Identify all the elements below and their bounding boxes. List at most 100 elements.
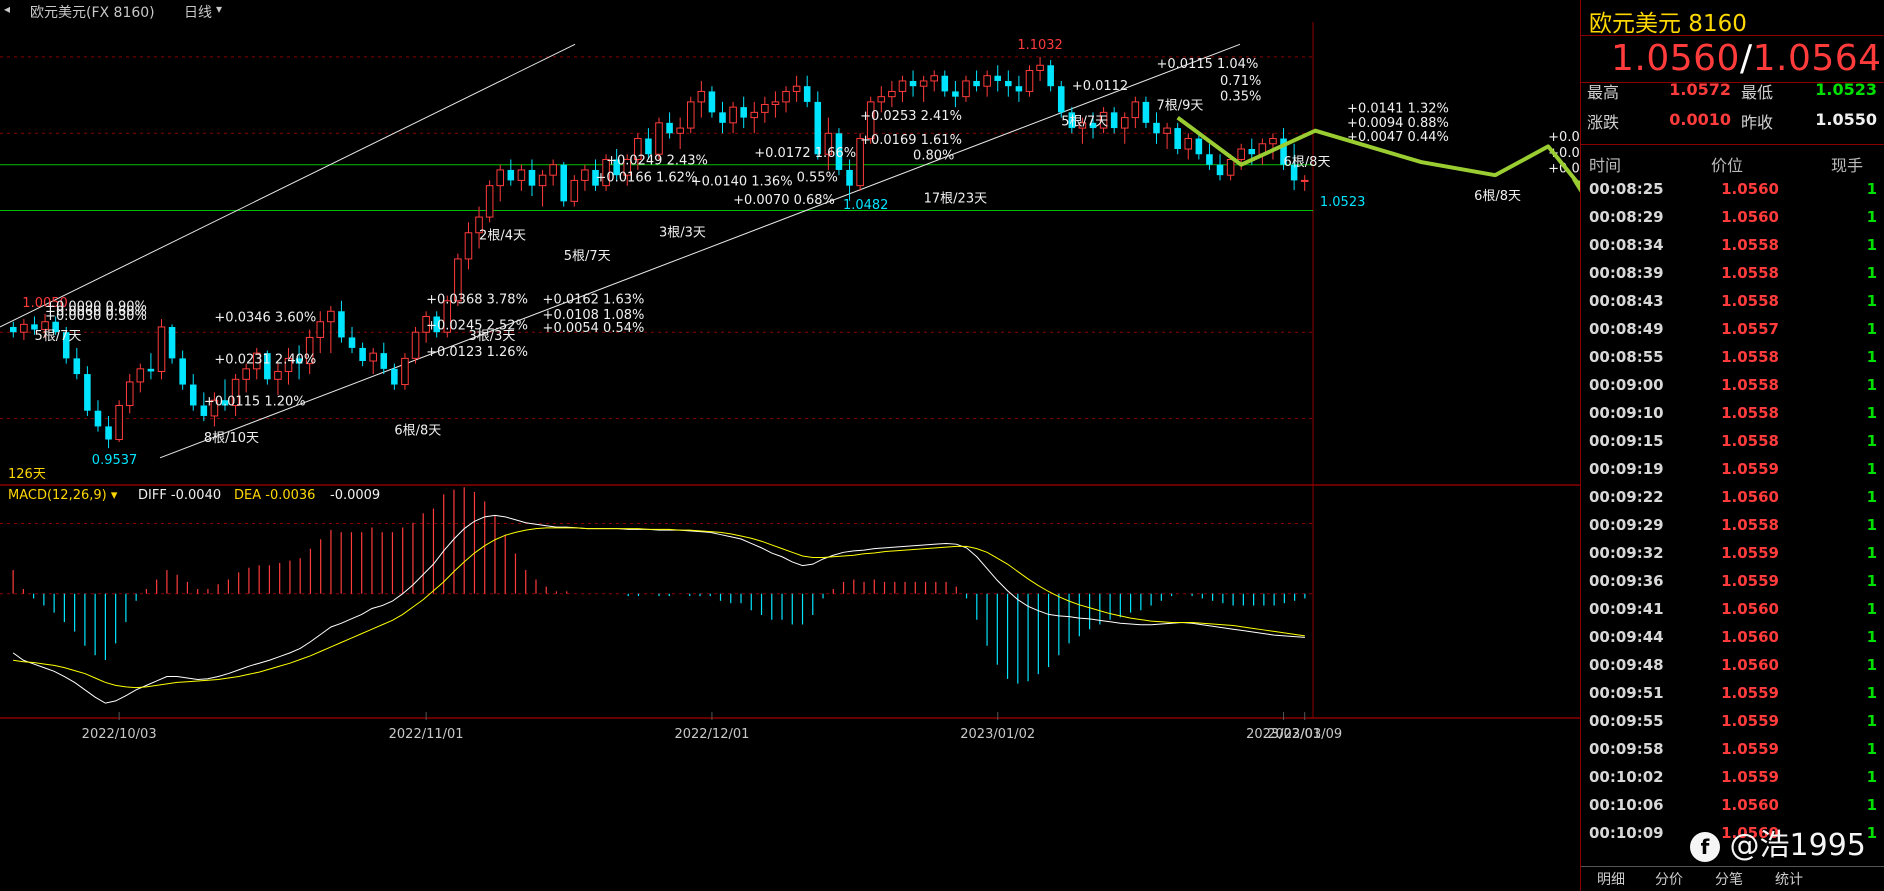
candle-body <box>719 112 726 123</box>
facebook-icon: f <box>1690 831 1720 862</box>
tab-price-level[interactable]: 分价 <box>1639 869 1699 889</box>
candle-body <box>1163 127 1171 134</box>
measure-annotation: 3根/3天 <box>468 329 515 344</box>
candle-body <box>147 368 155 372</box>
candle-body <box>581 169 589 181</box>
tab-ticks[interactable]: 分笔 <box>1699 869 1759 889</box>
candle-body <box>930 75 939 82</box>
tick-time: 00:10:02 <box>1589 768 1664 786</box>
tick-row: 00:09:58 1.0559 1 <box>1581 736 1884 764</box>
candle-body <box>708 91 716 113</box>
candle-body <box>274 370 282 380</box>
tick-row: 00:08:39 1.0558 1 <box>1581 260 1884 288</box>
low-value: 1.0523 <box>1815 80 1877 99</box>
tick-price: 1.0559 <box>1721 544 1779 562</box>
measure-annotation: +0.0166 1.62% <box>595 171 697 186</box>
tick-row: 00:08:43 1.0558 1 <box>1581 288 1884 316</box>
tick-row: 00:09:32 1.0559 1 <box>1581 540 1884 568</box>
tick-volume: 1 <box>1866 236 1877 254</box>
candle-body <box>803 86 811 102</box>
tab-detail[interactable]: 明细 <box>1581 869 1641 889</box>
measure-annotation: +0.0162 1.63% <box>543 292 645 307</box>
candle-body <box>792 85 801 92</box>
measure-annotation: +0.0253 2.41% <box>860 109 962 124</box>
col-header-price: 价位 <box>1711 156 1744 175</box>
tick-volume: 1 <box>1866 684 1877 702</box>
tick-row: 00:09:15 1.0558 1 <box>1581 428 1884 456</box>
candle-body <box>919 80 928 87</box>
prev-close-value: 1.0550 <box>1815 110 1877 129</box>
candle-body <box>528 169 536 186</box>
tick-row: 00:09:55 1.0559 1 <box>1581 708 1884 736</box>
candle-body <box>1184 138 1193 150</box>
tick-volume: 1 <box>1866 824 1877 842</box>
tick-price: 1.0559 <box>1721 740 1779 758</box>
swing-low-label: 1.0482 <box>843 198 889 213</box>
candle-body <box>1216 164 1224 176</box>
tick-row: 00:09:48 1.0560 1 <box>1581 652 1884 680</box>
swing-low-label: 1.0523 <box>1320 195 1366 210</box>
high-value: 1.0572 <box>1669 80 1731 99</box>
tick-time: 00:09:19 <box>1589 460 1664 478</box>
tick-row: 00:09:19 1.0559 1 <box>1581 456 1884 484</box>
x-tick-label: 2022/12/01 <box>674 727 749 742</box>
tick-price: 1.0559 <box>1721 712 1779 730</box>
change-value: 0.0010 <box>1669 110 1731 129</box>
bid-ask-price: 1.0560/1.0564 <box>1611 38 1882 79</box>
measure-annotation: +0.0054 0.54% <box>543 321 645 336</box>
candle-body <box>1248 149 1256 155</box>
tick-volume: 1 <box>1866 460 1877 478</box>
measure-annotation: 5根/7天 <box>1061 114 1108 129</box>
tick-price: 1.0560 <box>1721 180 1779 198</box>
candlestick-chart[interactable]: 1.10320.95371.00501.0482 1.0523126天+0.009… <box>0 0 1580 891</box>
candle-body <box>655 122 663 155</box>
tick-volume: 1 <box>1866 740 1877 758</box>
candle-body <box>729 106 737 124</box>
candle-body <box>485 185 494 218</box>
candle-body <box>20 323 28 333</box>
high-label: 最高 <box>1587 83 1620 102</box>
candle-body <box>1174 128 1181 150</box>
measure-annotation: +0.0112 <box>1072 79 1128 94</box>
tick-volume: 1 <box>1866 656 1877 674</box>
tick-row: 00:08:25 1.0560 1 <box>1581 176 1884 204</box>
tick-volume: 1 <box>1866 572 1877 590</box>
panel-tabs: 明细 分价 分笔 统计 <box>1581 866 1884 891</box>
tick-price: 1.0559 <box>1721 684 1779 702</box>
measure-annotation: +0.0173 1. <box>1548 130 1580 145</box>
macd-value-label: -0.0009 <box>330 488 380 503</box>
tick-price: 1.0559 <box>1721 768 1779 786</box>
tab-statistics[interactable]: 统计 <box>1759 869 1819 889</box>
candle-body <box>1300 179 1309 182</box>
measure-annotation: +0.0070 0.68% <box>733 193 835 208</box>
tick-time: 00:09:41 <box>1589 600 1664 618</box>
tick-volume: 1 <box>1866 348 1877 366</box>
tick-time: 00:09:48 <box>1589 656 1664 674</box>
tick-price: 1.0558 <box>1721 292 1779 310</box>
measure-annotation: 0.55% <box>797 171 838 186</box>
candle-body <box>179 358 186 385</box>
candle-body <box>686 101 695 129</box>
candle-body <box>676 127 684 134</box>
col-header-volume: 现手 <box>1831 156 1864 175</box>
candle-body <box>401 357 409 386</box>
candle-body <box>941 75 949 92</box>
candle-body <box>136 368 145 383</box>
candle-body <box>125 381 134 406</box>
measure-annotation: 0.35% <box>1220 90 1261 105</box>
tick-time: 00:09:29 <box>1589 516 1664 534</box>
tick-volume: 1 <box>1866 516 1877 534</box>
candle-body <box>496 169 505 187</box>
measure-annotation: 5根/7天 <box>34 329 81 344</box>
measure-annotation: 6根/8天 <box>1284 155 1331 170</box>
candle-body <box>115 404 123 441</box>
tick-row: 00:09:22 1.0560 1 <box>1581 484 1884 512</box>
candle-body <box>464 232 473 260</box>
tick-time: 00:09:00 <box>1589 376 1664 394</box>
measure-annotation: +0.0030 0.30% <box>45 309 147 324</box>
measure-annotation: +0.0249 2.43% <box>606 154 708 169</box>
tick-time: 00:09:44 <box>1589 628 1664 646</box>
candle-body <box>359 347 366 361</box>
measure-annotation: 3根/3天 <box>659 226 706 241</box>
measure-annotation: +0.0169 1.61% <box>860 133 962 148</box>
